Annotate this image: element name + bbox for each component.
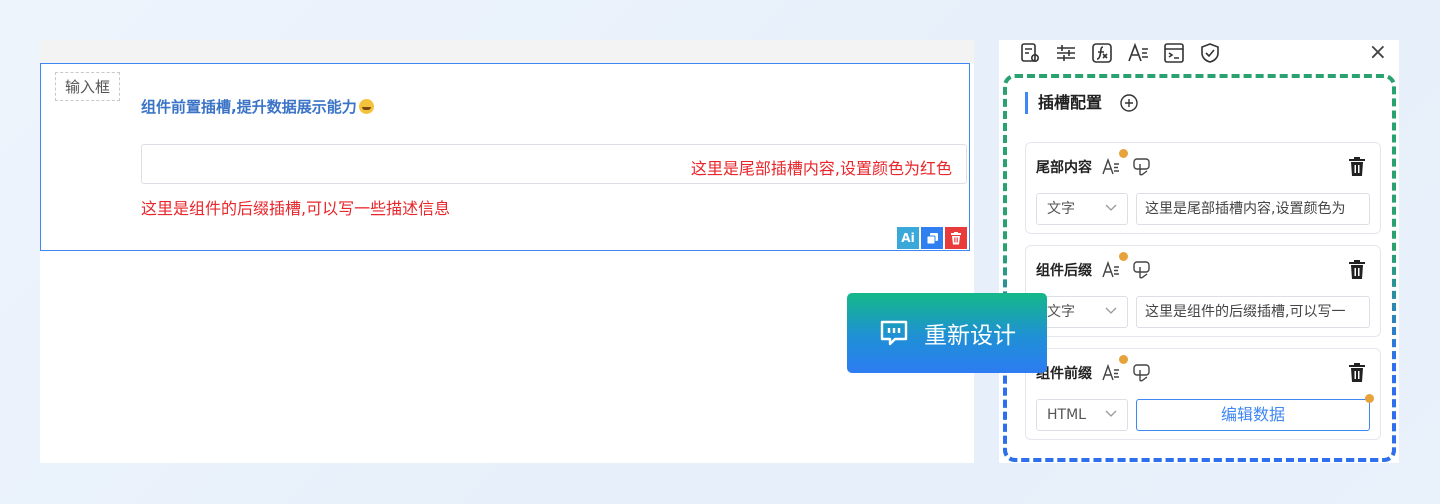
delete-button[interactable] [945,227,967,249]
modified-dot [1119,252,1128,261]
modified-dot [1119,355,1128,364]
copy-icon [926,232,938,244]
section-title: 插槽配置 [1025,92,1102,114]
property-panel: × 插槽配置 尾部内容 文字 这里是尾部插槽内容,设置颜色为 组件后缀 文字 这… [999,40,1399,463]
text-style-icon[interactable] [1102,355,1128,383]
trash-icon [951,231,961,244]
touch-icon[interactable] [1132,157,1152,177]
panel-toolbar [1019,42,1221,64]
text-style-icon[interactable] [1127,42,1149,64]
close-icon[interactable]: × [1369,40,1387,66]
code-window-icon[interactable] [1163,42,1185,64]
slot-name: 尾部内容 [1036,160,1092,176]
slot-type-value: HTML [1047,407,1086,423]
prefix-slot-content: 组件前置插槽,提升数据展示能力 [141,96,374,117]
modified-dot [1119,149,1128,158]
slot-type-value: 文字 [1047,304,1075,320]
field-label: 输入框 [55,72,121,101]
ai-label: Ai [901,231,915,245]
chevron-down-icon [1105,410,1117,417]
slot-card-suffix: 组件后缀 文字 这里是组件的后缀插槽,可以写一 [1025,245,1381,337]
text-style-icon[interactable] [1102,252,1128,280]
ai-button[interactable]: Ai [897,227,919,249]
form-settings-icon[interactable] [1019,42,1041,64]
function-icon[interactable] [1091,42,1113,64]
slot-card-prefix: 组件前缀 HTML 编辑数据 [1025,348,1381,440]
touch-icon[interactable] [1132,260,1152,280]
touch-icon[interactable] [1132,363,1152,383]
input-component[interactable]: 输入框 组件前置插槽,提升数据展示能力 这里是尾部插槽内容,设置颜色为红色 这里… [40,63,970,251]
slot-name: 组件后缀 [1036,263,1092,279]
slot-type-select[interactable]: 文字 [1036,296,1128,328]
copy-button[interactable] [921,227,943,249]
chat-bubble-icon [880,320,908,346]
slot-header: 尾部内容 [1036,149,1152,177]
slot-value-input[interactable]: 这里是尾部插槽内容,设置颜色为 [1136,193,1370,225]
chevron-down-icon [1105,307,1117,314]
slot-card-suffix-content: 尾部内容 文字 这里是尾部插槽内容,设置颜色为 [1025,142,1381,234]
slot-value-input[interactable]: 这里是组件的后缀插槽,可以写一 [1136,296,1370,328]
redesign-button[interactable]: 重新设计 [847,293,1047,373]
grin-emoji-icon [358,99,374,114]
chevron-down-icon [1105,204,1117,211]
redesign-button-label: 重新设计 [924,323,1016,349]
sliders-icon[interactable] [1055,42,1077,64]
shield-check-icon[interactable] [1199,42,1221,64]
canvas-top-strip [40,40,974,63]
edit-data-button[interactable]: 编辑数据 [1136,399,1370,431]
suffix-slot-description: 这里是组件的后缀插槽,可以写一些描述信息 [141,199,451,218]
trash-icon[interactable] [1348,363,1366,383]
trash-icon[interactable] [1348,157,1366,177]
text-style-icon[interactable] [1102,149,1128,177]
add-slot-icon[interactable] [1119,93,1139,113]
text-input[interactable]: 这里是尾部插槽内容,设置颜色为红色 [141,144,967,184]
input-suffix-slot: 这里是尾部插槽内容,设置颜色为红色 [690,159,952,178]
form-canvas: 输入框 组件前置插槽,提升数据展示能力 这里是尾部插槽内容,设置颜色为红色 这里… [40,40,974,463]
trash-icon[interactable] [1348,260,1366,280]
component-toolbar: Ai [897,227,967,249]
slot-type-select[interactable]: 文字 [1036,193,1128,225]
slot-type-select[interactable]: HTML [1036,399,1128,431]
prefix-slot-text: 组件前置插槽,提升数据展示能力 [141,98,357,116]
modified-dot [1365,394,1374,403]
slot-type-value: 文字 [1047,201,1075,217]
slot-header: 组件后缀 [1036,252,1152,280]
slot-header: 组件前缀 [1036,355,1152,383]
